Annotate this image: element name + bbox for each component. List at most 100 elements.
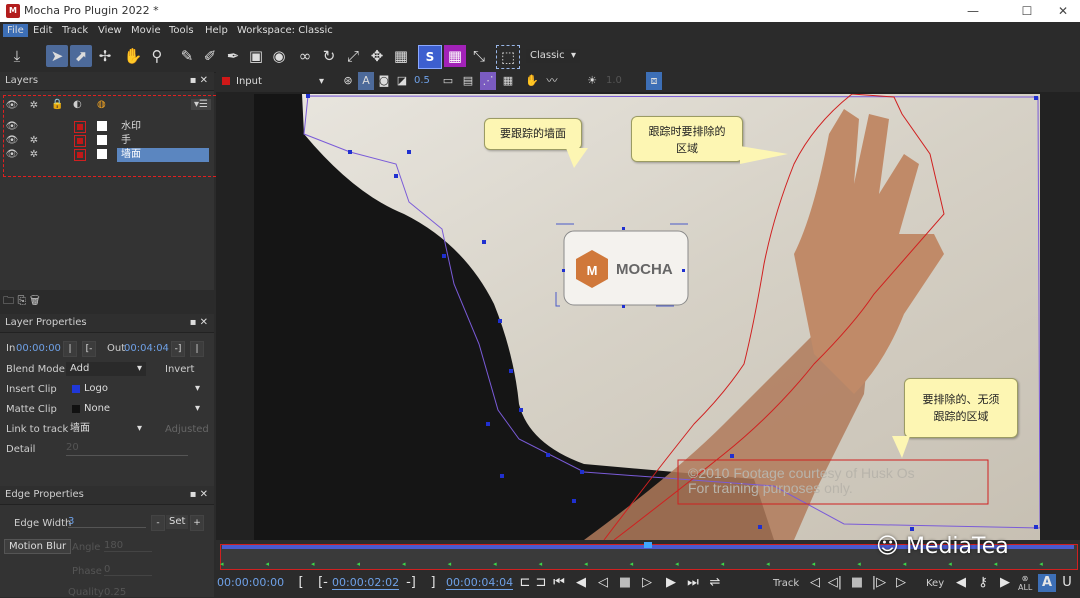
- menu-tools[interactable]: Tools: [169, 25, 194, 36]
- insert-clip-select[interactable]: Logo: [80, 382, 204, 396]
- out-time-field[interactable]: 00:00:04:04: [446, 576, 514, 590]
- go-in-button[interactable]: [-: [82, 341, 96, 357]
- hand-view-icon[interactable]: ✋: [524, 72, 540, 90]
- trim-out-icon[interactable]: ⊐: [532, 574, 550, 592]
- show-planar-icon[interactable]: ▤: [460, 72, 476, 90]
- blend-mode-select[interactable]: Add: [66, 362, 146, 376]
- close-button[interactable]: ✕: [1048, 2, 1078, 20]
- next-key-icon[interactable]: ▶: [996, 574, 1014, 592]
- prev-key-icon[interactable]: ◀: [952, 574, 970, 592]
- go-to-in-button[interactable]: [-: [314, 574, 332, 592]
- add-xspline-tool-icon[interactable]: ✐: [199, 45, 221, 67]
- menu-movie[interactable]: Movie: [131, 25, 161, 36]
- loop-icon[interactable]: ⇌: [706, 574, 724, 592]
- grid-tool-icon[interactable]: ▦: [390, 45, 412, 67]
- select-points-tool-icon[interactable]: ⬈: [70, 45, 92, 67]
- go-end-icon[interactable]: ⏭: [684, 574, 702, 592]
- play-forward-icon[interactable]: ▶: [662, 574, 680, 592]
- align-surface-icon[interactable]: ⤡: [468, 45, 490, 67]
- go-to-out-button[interactable]: -]: [402, 574, 420, 592]
- undo-key-icon[interactable]: U: [1058, 574, 1076, 592]
- go-out-button[interactable]: -]: [171, 341, 185, 357]
- track-step-forward-icon[interactable]: |▷: [870, 574, 888, 592]
- rectangle-tool-icon[interactable]: ▣: [245, 45, 267, 67]
- hand-tool-icon[interactable]: ✋: [122, 45, 144, 67]
- trash-icon[interactable]: 🗑: [30, 294, 40, 307]
- grid-overlay-icon[interactable]: ▦: [444, 45, 466, 67]
- angle-field[interactable]: 180: [104, 540, 152, 552]
- in-time-field[interactable]: 00:00:02:02: [332, 576, 400, 590]
- step-forward-icon[interactable]: ▷: [638, 574, 656, 592]
- track-forward-icon[interactable]: ▷: [892, 574, 910, 592]
- workspace-select[interactable]: Classic: [526, 49, 580, 63]
- panel-close-icon[interactable]: ▪ ✕: [190, 72, 208, 90]
- add-point-tool-icon[interactable]: ✢: [94, 45, 116, 67]
- menu-track[interactable]: Track: [62, 25, 88, 36]
- menu-edit[interactable]: Edit: [33, 25, 52, 36]
- link-tool-icon[interactable]: ∞: [294, 45, 316, 67]
- save-icon[interactable]: ⤓: [6, 45, 28, 67]
- rgb-channel-icon[interactable]: ⊛: [340, 72, 356, 90]
- playhead[interactable]: [644, 542, 652, 548]
- minimize-button[interactable]: —: [958, 2, 988, 20]
- rotate-tool-icon[interactable]: ↻: [318, 45, 340, 67]
- brightness-field[interactable]: 1.0: [606, 75, 622, 86]
- add-key-icon[interactable]: ⚷: [974, 574, 992, 592]
- stabilize-icon[interactable]: 〰: [544, 72, 560, 90]
- motion-blur-button[interactable]: Motion Blur: [4, 539, 72, 554]
- set-out-point-button[interactable]: ]: [424, 574, 442, 592]
- track-step-back-icon[interactable]: ◁|: [826, 574, 844, 592]
- menu-file[interactable]: File: [3, 24, 28, 37]
- set-button[interactable]: Set: [166, 515, 189, 529]
- show-layers-icon[interactable]: ▭: [440, 72, 456, 90]
- quality-field[interactable]: 0.25: [104, 587, 126, 598]
- go-start-icon[interactable]: ⏮: [550, 574, 568, 592]
- set-in-button[interactable]: |: [63, 341, 77, 357]
- xspline-tool-icon[interactable]: ✎: [176, 45, 198, 67]
- detail-field[interactable]: 20: [66, 442, 188, 456]
- snapshot-icon[interactable]: ⧈: [646, 72, 662, 90]
- matte-view-icon[interactable]: ◙: [376, 72, 392, 90]
- grid-view-icon[interactable]: ▦: [500, 72, 516, 90]
- delete-all-keys-button[interactable]: ⊗ ALL: [1018, 574, 1032, 592]
- move-tool-icon[interactable]: ✥: [366, 45, 388, 67]
- surface-icon[interactable]: S: [418, 45, 442, 69]
- set-out-button[interactable]: |: [190, 341, 204, 357]
- tracking-data-icon[interactable]: ⋰: [480, 72, 496, 90]
- adjusted-checkbox[interactable]: Adjusted: [165, 424, 209, 435]
- alpha-channel-icon[interactable]: A: [358, 72, 374, 90]
- opacity-field[interactable]: 0.5: [414, 75, 430, 86]
- panel-close-icon[interactable]: ▪ ✕: [190, 486, 208, 504]
- duplicate-layer-icon[interactable]: ⎘: [18, 294, 27, 307]
- menu-help[interactable]: Help: [205, 25, 228, 36]
- edge-width-decrement[interactable]: -: [151, 515, 165, 531]
- bezier-tool-icon[interactable]: ✒: [222, 45, 244, 67]
- autokey-icon[interactable]: A: [1038, 574, 1056, 592]
- layer-outline-icon[interactable]: ◪: [394, 72, 410, 90]
- view-select[interactable]: Input: [232, 75, 328, 89]
- scale-tool-icon[interactable]: ⤢: [342, 45, 364, 67]
- panel-close-icon[interactable]: ▪ ✕: [190, 314, 208, 332]
- current-time-field[interactable]: 00:00:00:00: [217, 576, 284, 589]
- new-folder-icon[interactable]: 🗀: [3, 294, 14, 307]
- edge-width-increment[interactable]: +: [190, 515, 204, 531]
- in-time-field[interactable]: 00:00:00: [16, 343, 61, 354]
- phase-field[interactable]: 0: [104, 564, 152, 576]
- set-in-point-button[interactable]: [: [292, 574, 310, 592]
- track-stop-icon[interactable]: ■: [848, 574, 866, 592]
- stop-icon[interactable]: ■: [616, 574, 634, 592]
- link-to-track-select[interactable]: 墙面: [66, 422, 146, 436]
- ellipse-tool-icon[interactable]: ◉: [268, 45, 290, 67]
- play-backward-icon[interactable]: ◀: [572, 574, 590, 592]
- invert-checkbox[interactable]: Invert: [165, 364, 194, 375]
- zoom-tool-icon[interactable]: ⚲: [146, 45, 168, 67]
- step-back-icon[interactable]: ◁: [594, 574, 612, 592]
- menu-view[interactable]: View: [98, 25, 122, 36]
- edge-width-field[interactable]: 3: [68, 516, 146, 528]
- menu-workspace[interactable]: Workspace: Classic: [237, 25, 333, 36]
- matte-clip-select[interactable]: None: [80, 402, 204, 416]
- brightness-icon[interactable]: ☀: [584, 72, 600, 90]
- selection-box-icon[interactable]: ⬚: [496, 45, 520, 69]
- out-time-field[interactable]: 00:04:04: [124, 343, 169, 354]
- maximize-button[interactable]: ☐: [1012, 2, 1042, 20]
